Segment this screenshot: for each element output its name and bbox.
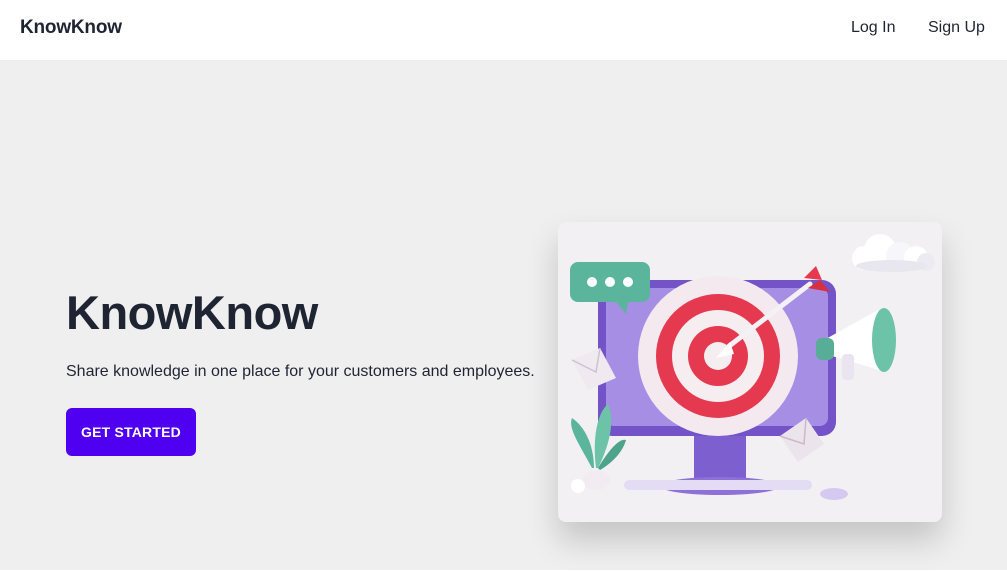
signup-link[interactable]: Sign Up [928, 19, 985, 37]
brand-logo[interactable]: KnowKnow [20, 17, 122, 39]
mouse-icon [820, 488, 848, 500]
illustration-svg [570, 234, 935, 500]
hero-title: KnowKnow [66, 286, 318, 339]
hero-subtitle: Share knowledge in one place for your cu… [66, 363, 535, 380]
hero-illustration [558, 222, 942, 522]
keyboard-icon [624, 480, 812, 490]
get-started-button[interactable]: GET STARTED [66, 408, 196, 456]
login-link[interactable]: Log In [851, 19, 895, 37]
cloud-icon [852, 234, 935, 272]
top-navbar: KnowKnow Log In Sign Up [0, 0, 1007, 60]
